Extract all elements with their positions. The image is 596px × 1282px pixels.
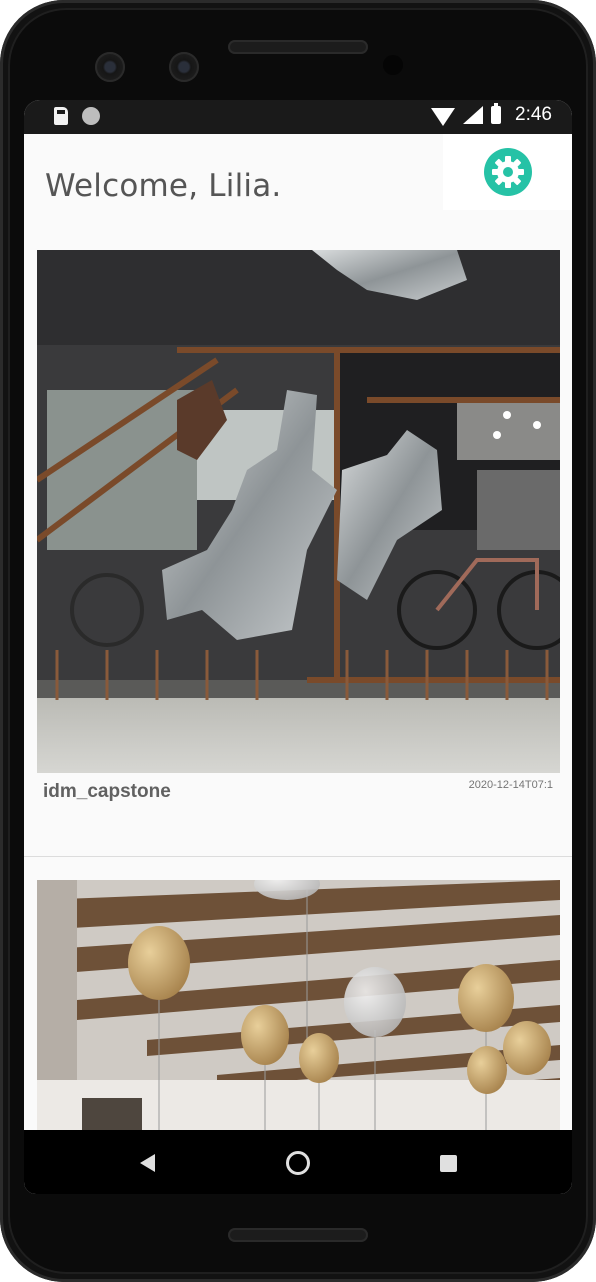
photo-metal-mural (37, 250, 560, 773)
post-photo[interactable] (37, 250, 560, 773)
home-icon (286, 1151, 310, 1175)
post-username[interactable]: idm_capstone (43, 781, 171, 803)
wifi-icon (431, 108, 456, 126)
feed-post[interactable] (37, 880, 560, 1140)
home-button[interactable] (285, 1150, 311, 1176)
sync-circle-icon (82, 107, 100, 125)
proximity-sensor (383, 55, 403, 75)
recent-apps-icon (439, 1154, 457, 1172)
settings-button[interactable] (443, 134, 572, 210)
front-camera-icon (169, 52, 199, 82)
battery-icon (491, 103, 502, 124)
app-screen: 2:46 Welcome, Lilia. idm_capstone 2020-1… (24, 100, 572, 1194)
app-header: Welcome, Lilia. (24, 134, 572, 220)
photo-balloons-ceiling (37, 880, 560, 1140)
recent-apps-button[interactable] (435, 1150, 461, 1176)
post-divider (24, 856, 572, 857)
welcome-title: Welcome, Lilia. (45, 168, 282, 204)
post-meta: idm_capstone 2020-12-14T07:1 (37, 773, 560, 833)
front-camera-icon (95, 52, 125, 82)
gear-icon (483, 148, 532, 196)
back-button[interactable] (134, 1150, 160, 1176)
back-icon (139, 1154, 155, 1172)
status-time: 2:46 (515, 104, 552, 125)
sd-card-icon (54, 107, 68, 125)
navigation-bar (24, 1130, 572, 1194)
post-timestamp: 2020-12-14T07:1 (468, 779, 553, 791)
phone-frame: 2:46 Welcome, Lilia. idm_capstone 2020-1… (0, 0, 596, 1282)
post-photo[interactable] (37, 880, 560, 1140)
status-bar: 2:46 (24, 100, 572, 134)
earpiece-speaker (228, 40, 368, 54)
status-right-icons: 2:46 (431, 103, 552, 126)
feed-post[interactable]: idm_capstone 2020-12-14T07:1 (37, 250, 560, 833)
signal-icon (463, 106, 484, 124)
status-left-icons (54, 107, 100, 125)
bottom-speaker (228, 1228, 368, 1242)
